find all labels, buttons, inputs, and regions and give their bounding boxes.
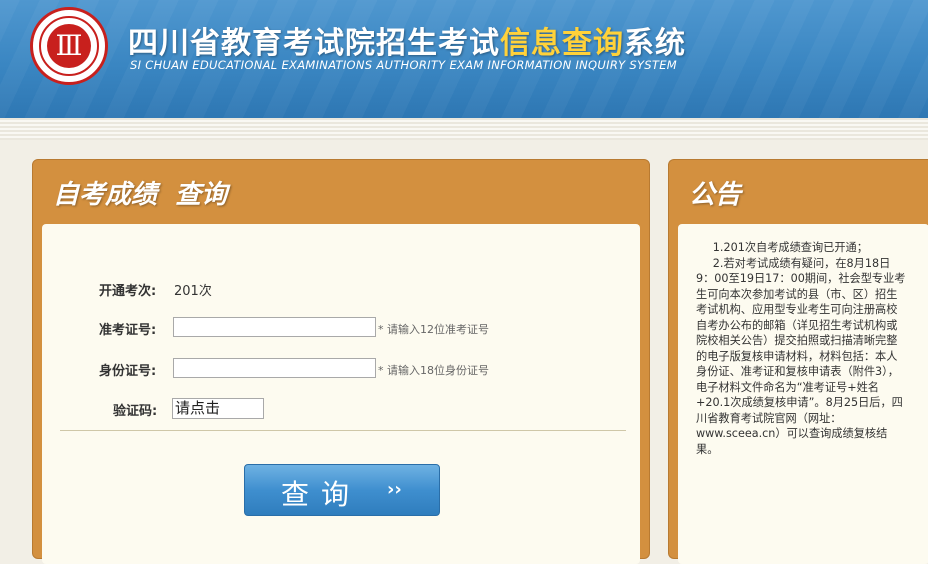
query-panel: 自考成绩 查询 开通考次: 201次 准考证号: * 请输入12位准考证号 身份…: [32, 159, 650, 564]
logo-glyph: Ⅲ: [55, 29, 83, 62]
ticket-number-label: 准考证号:: [99, 323, 157, 338]
exam-session-label: 开通考次:: [99, 284, 157, 299]
ticket-number-hint: * 请输入12位准考证号: [378, 323, 489, 336]
query-panel-body: 开通考次: 201次 准考证号: * 请输入12位准考证号 身份证号: * 请输…: [42, 224, 640, 564]
submit-query-button[interactable]: 查询 ››: [244, 464, 440, 516]
id-number-input[interactable]: [173, 358, 376, 378]
site-title: 四川省教育考试院招生考试信息查询系统: [128, 18, 686, 62]
site-title-english: SI CHUAN EDUCATIONAL EXAMINATIONS AUTHOR…: [130, 58, 678, 72]
site-title-main: 四川省教育考试院招生考试: [128, 26, 500, 61]
header-stripe: [0, 118, 928, 140]
sceea-logo-icon: Ⅲ: [30, 7, 108, 85]
query-panel-title: 自考成绩 查询: [53, 180, 228, 210]
notice-text: 1.201次自考成绩查询已开通； 2.若对考试成绩有疑问，在8月18日9：00至…: [696, 240, 906, 457]
form-divider: [60, 430, 626, 431]
captcha-label: 验证码:: [113, 404, 158, 419]
chevron-right-icon: ››: [387, 479, 402, 500]
captcha-box[interactable]: 请点击: [172, 398, 264, 419]
submit-query-label: 查询: [281, 478, 362, 511]
exam-session-value: 201次: [174, 284, 212, 299]
site-title-tail: 系统: [624, 26, 686, 61]
page-header: Ⅲ 四川省教育考试院招生考试信息查询系统 SI CHUAN EDUCATIONA…: [0, 0, 928, 118]
notice-item-2: 2.若对考试成绩有疑问，在8月18日9：00至19日17：00期间，社会型专业考…: [696, 256, 906, 456]
site-title-highlight: 信息查询: [500, 26, 624, 61]
id-number-hint: * 请输入18位身份证号: [378, 364, 489, 377]
id-number-label: 身份证号:: [99, 364, 157, 379]
ticket-number-input[interactable]: [173, 317, 376, 337]
notice-item-1: 1.201次自考成绩查询已开通；: [712, 241, 868, 254]
notice-panel-title: 公告: [689, 180, 742, 210]
